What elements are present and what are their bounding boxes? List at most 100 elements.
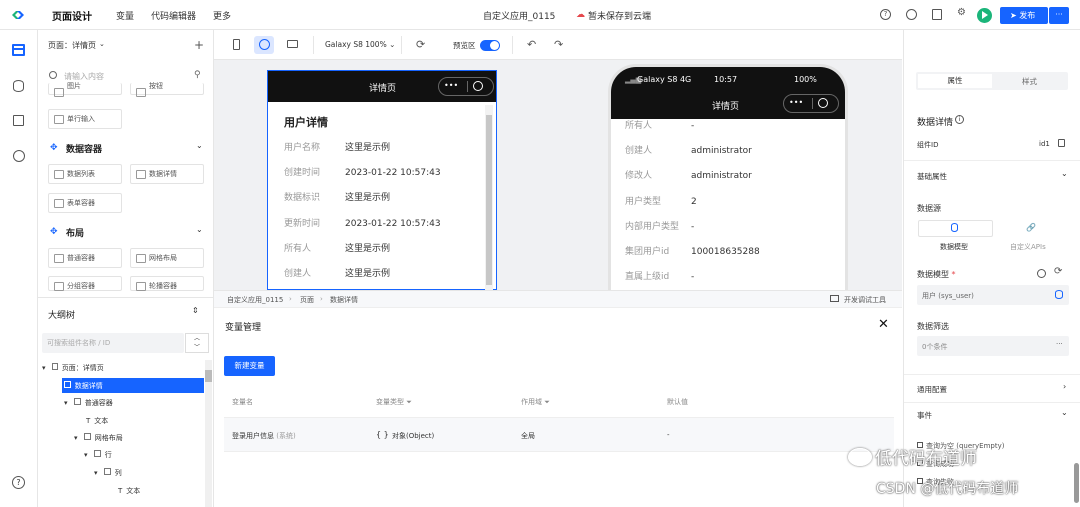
single-input-component[interactable]: 单行输入 [48,109,122,129]
tree-row[interactable]: ▾ 网格布局 [74,433,123,443]
section-layout[interactable]: 布局 [66,226,84,239]
help-circle-icon[interactable]: ? [12,476,25,489]
col-header: 变量名 [232,398,253,406]
device-select[interactable]: Galaxy S8 100% ⌄ [325,40,395,49]
detail-section-title: 用户详情 [284,116,328,129]
more-dots-icon: ••• [789,98,804,107]
basic-props-header[interactable]: 基础属性 [917,171,947,182]
tree-row[interactable]: ▾ 页面：详情页 [42,363,104,373]
breadcrumb-item[interactable]: 页面 [300,295,314,305]
page-select[interactable]: 页面：详情页 [48,40,96,51]
refresh-icon[interactable]: ⟳ [1054,266,1062,277]
close-icon[interactable]: ✕ [878,317,889,332]
redo-icon[interactable]: ↷ [554,38,563,51]
save-icon[interactable] [932,9,942,20]
new-variable-button[interactable]: 新建变量 [224,356,275,376]
button-component[interactable]: 按钮 [130,83,204,97]
detail-row: 所有人 - [625,121,695,131]
link-icon[interactable]: 🔗 [1026,223,1036,232]
collapse-icon[interactable]: ⌄ [196,225,203,234]
devtools-button[interactable]: 开发调试工具 [844,295,886,305]
tab-style[interactable]: 样式 [1022,76,1037,87]
outline-search-input[interactable]: 可搜索组件名称 / ID [42,333,184,353]
publish-button[interactable]: ➤ 发布 [1000,7,1048,24]
data-list-component[interactable]: 数据列表 [48,164,122,184]
database-icon[interactable] [13,80,24,92]
image-component[interactable]: 图片 [48,83,122,97]
outline-title: 大纲树 [48,311,76,321]
tab-container-component[interactable]: 分组容器 [48,276,122,291]
undo-icon[interactable]: ↶ [527,38,536,51]
common-config-header[interactable]: 通用配置 [917,384,947,395]
help-icon[interactable]: ? [880,9,891,20]
tab-variables[interactable]: 变量 [116,9,134,22]
app-logo [10,8,26,22]
detail-row: 用户类型 2 [625,197,697,207]
tree-row[interactable]: ▾ 行 [84,450,112,460]
add-page-icon[interactable]: + [194,38,204,52]
table-row[interactable] [224,417,894,452]
phone-scrollbar-thumb[interactable] [486,115,492,285]
rotate-icon[interactable]: ⟳ [416,38,425,51]
phone-title: 详情页 [369,84,397,94]
tab-page-design[interactable]: 页面设计 [52,8,92,23]
close-target-icon [818,98,828,108]
tree-row[interactable]: T 文本 [118,486,140,496]
settings-icon[interactable] [13,150,25,162]
data-detail-component[interactable]: 数据详情 [130,164,204,184]
watermark-line1: 低代码布道师 [874,449,977,469]
tree-row[interactable]: T 文本 [86,416,108,426]
editor-phone: 详情页 ••• 用户详情 用户名称 这里是示例 创建时间 2023-01-22 10… [267,70,497,291]
more-dots-icon[interactable]: ··· [1056,340,1063,348]
outline-toggle-icon[interactable]: ⇕ [192,306,199,315]
col-header: 变量类型 ⏷ [376,398,412,406]
copy-icon[interactable] [1058,139,1065,147]
data-filter-label: 数据筛选 [917,322,949,331]
tab-code-editor[interactable]: 代码编辑器 [151,9,196,22]
panel-scrollbar[interactable] [1074,463,1079,503]
capsule-divider [467,81,468,92]
section-data-container[interactable]: 数据容器 [66,142,102,155]
var-scope: 全局 [521,432,535,440]
gear-icon[interactable]: ⚙ [957,8,966,18]
outline-scrollbar[interactable] [205,360,212,507]
tree-row[interactable]: ▾ 数据详情 [54,381,103,391]
tab-more[interactable]: 更多 [213,9,231,22]
layout-icon: ✥ [50,227,58,237]
tree-row[interactable]: ▾ 普通容器 [64,398,113,408]
events-header[interactable]: 事件 [917,410,932,421]
image-icon[interactable] [13,115,24,126]
collapse-icon[interactable]: ⌄ [196,141,203,150]
cloud-warning-icon: ☁ [576,10,585,20]
divider [904,160,1080,161]
desktop-view-icon[interactable] [287,40,298,48]
divider [904,402,1080,403]
text-icon: T [86,417,91,425]
outline-stepper[interactable]: ︿ ﹀ [185,333,209,353]
tab-properties[interactable]: 属性 [918,74,992,88]
chevron-down-icon[interactable]: ⌄ [1061,408,1068,417]
ds-api-label[interactable]: 自定义APIs [1010,242,1046,252]
chevron-down-icon[interactable]: ⌄ [1061,169,1068,178]
data-model-value: 用户 (sys_user) [922,292,974,300]
history-icon[interactable] [906,9,917,20]
components-icon[interactable] [12,44,25,56]
chevron-down-icon: ⌄ [99,40,105,48]
tree-row[interactable]: ▾ 列 [94,468,122,478]
chevron-right-icon[interactable]: › [1063,382,1066,391]
publish-more-button[interactable]: ··· [1049,7,1069,24]
column-icon [103,468,111,475]
form-container-component[interactable]: 表单容器 [48,193,122,213]
settings-icon[interactable] [1037,269,1046,278]
mobile-view-icon[interactable] [233,39,240,50]
grid-layout-component[interactable]: 网格布局 [130,248,204,268]
carousel-container-component[interactable]: 轮播容器 [130,276,204,291]
breadcrumb-item[interactable]: 数据详情 [330,295,358,305]
normal-container-component[interactable]: 普通容器 [48,248,122,268]
col-header: 默认值 [667,398,688,406]
outline-scrollbar-thumb[interactable] [205,370,212,382]
breadcrumb-item[interactable]: 自定义应用_0115 [227,295,283,305]
preview-phone: ▂▄▆ Galaxy S8 4G 10:57 100% 详情页 ••• 所有人 -… [608,64,848,290]
component-search-input[interactable]: 请输入内容 [64,71,104,82]
filter-icon[interactable]: ⚲ [194,70,201,80]
